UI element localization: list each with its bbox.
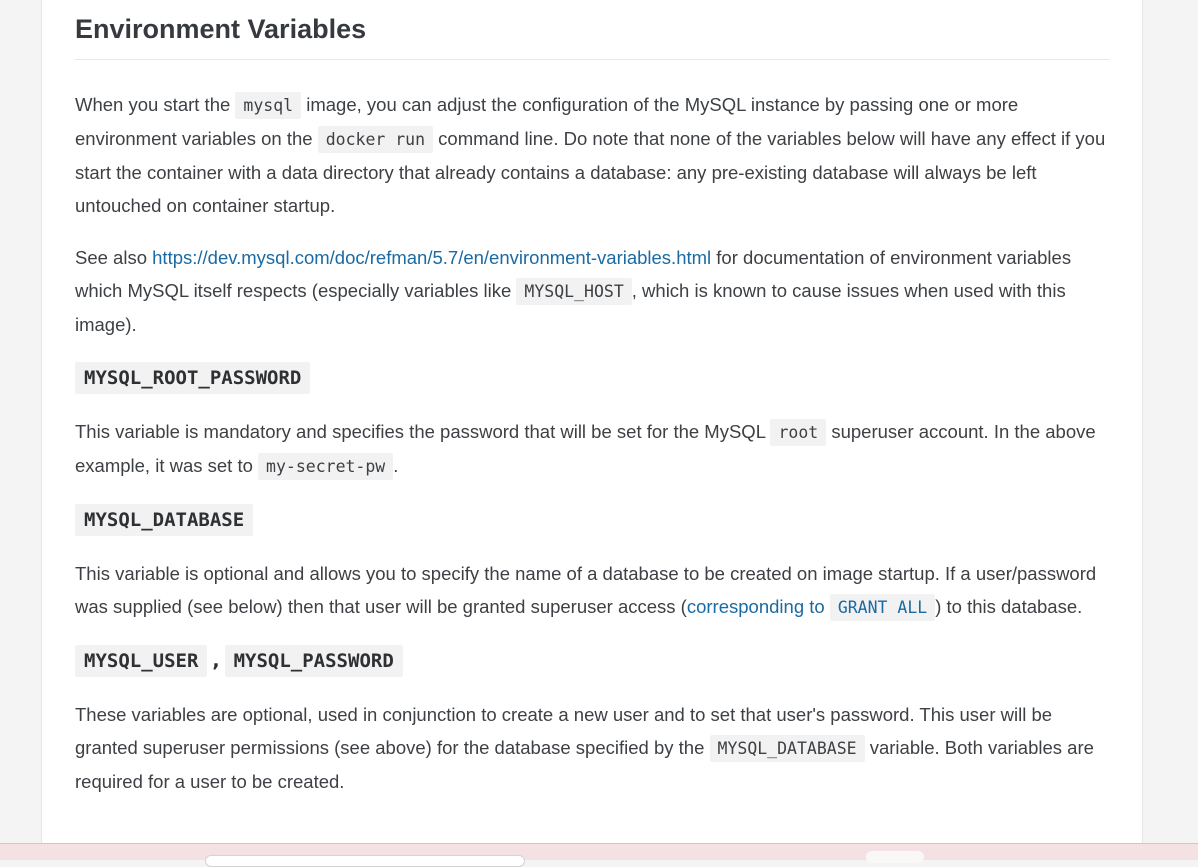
user-title: MYSQL_USER — [75, 645, 208, 677]
text: ) to this database. — [935, 596, 1083, 617]
text: See also — [75, 247, 153, 268]
database-heading: MYSQL_DATABASE — [75, 504, 1110, 536]
text: . — [393, 455, 399, 476]
root-password-heading: MYSQL_ROOT_PASSWORD — [75, 362, 1110, 394]
inline-code-mysql: mysql — [235, 92, 302, 119]
mysql-docs-link[interactable]: https://dev.mysql.com/doc/refman/5.7/en/… — [152, 247, 711, 268]
link-text: corresponding to — [686, 596, 830, 617]
inline-code-grant-all: GRANT ALL — [829, 594, 936, 621]
document-content: Environment Variables When you start the… — [75, 0, 1110, 798]
text: This variable is mandatory and specifies… — [75, 421, 771, 442]
intro-paragraph: When you start the mysql image, you can … — [75, 88, 1110, 222]
root-password-paragraph: This variable is mandatory and specifies… — [75, 415, 1110, 483]
inline-code-secret: my-secret-pw — [258, 453, 394, 480]
document-page: Environment Variables When you start the… — [41, 0, 1143, 843]
database-paragraph: This variable is optional and allows you… — [75, 557, 1110, 624]
taskbar-button[interactable] — [866, 851, 924, 863]
user-password-heading: MYSQL_USER, MYSQL_PASSWORD — [75, 645, 1110, 677]
heading-comma: , — [212, 650, 220, 672]
user-password-paragraph: These variables are optional, used in co… — [75, 698, 1110, 798]
bottom-taskbar — [0, 843, 1198, 867]
see-also-paragraph: See also https://dev.mysql.com/doc/refma… — [75, 241, 1110, 341]
text: When you start the — [75, 94, 236, 115]
database-title: MYSQL_DATABASE — [75, 504, 254, 536]
inline-code-mysql-database: MYSQL_DATABASE — [709, 735, 865, 762]
inline-code-docker-run: docker run — [317, 126, 434, 153]
root-password-title: MYSQL_ROOT_PASSWORD — [75, 362, 311, 394]
inline-code-mysql-host: MYSQL_HOST — [516, 278, 632, 305]
taskbar-search-box[interactable] — [205, 855, 525, 867]
grant-all-link[interactable]: corresponding to GRANT ALL — [686, 594, 936, 621]
inline-code-root: root — [770, 419, 827, 446]
section-heading: Environment Variables — [75, 0, 1110, 60]
password-title: MYSQL_PASSWORD — [224, 645, 403, 677]
